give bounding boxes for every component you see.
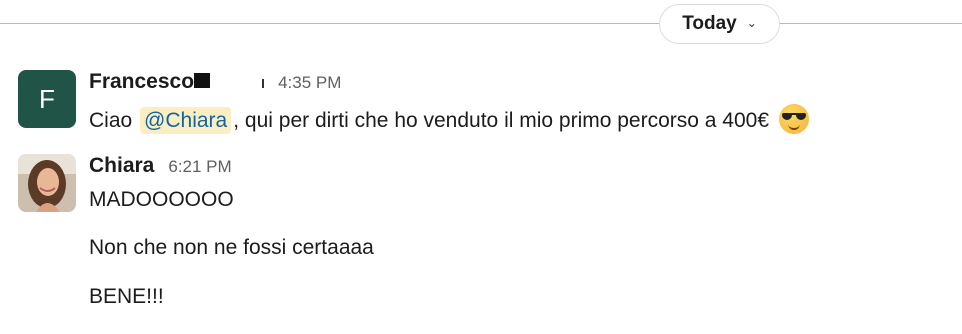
avatar[interactable] [18, 154, 76, 212]
avatar-photo [18, 154, 76, 212]
message-text-start: Ciao [89, 109, 133, 132]
message-line: BENE!!! [89, 285, 164, 308]
message-text-end: , qui per dirti che ho venduto il mio pr… [233, 109, 770, 132]
sender-name[interactable]: Chiara [89, 154, 154, 178]
message-header: Chiara 6:21 PM [89, 154, 232, 178]
message-line: Non che non ne fossi certaaaa [89, 236, 374, 259]
message-text: Ciao @Chiara, qui per dirti che ho vendu… [89, 104, 809, 134]
day-divider-button[interactable]: Today ⌄ [659, 4, 780, 44]
message-line: MADOOOOOO [89, 188, 234, 211]
timestamp[interactable]: 4:35 PM [278, 73, 341, 93]
avatar[interactable]: F [18, 70, 76, 128]
day-divider-line [0, 23, 962, 24]
message-header: Francesco 4:35 PM [89, 70, 341, 94]
avatar-letter: F [39, 83, 55, 114]
redaction-mark [194, 73, 211, 88]
timestamp[interactable]: 6:21 PM [168, 157, 231, 177]
redaction-mark [262, 79, 265, 88]
user-mention[interactable]: @Chiara [140, 107, 232, 134]
sender-name[interactable]: Francesco [89, 70, 194, 94]
chevron-down-icon: ⌄ [746, 16, 757, 30]
sunglasses-emoji-icon [778, 104, 809, 134]
day-divider-label: Today [682, 13, 737, 34]
